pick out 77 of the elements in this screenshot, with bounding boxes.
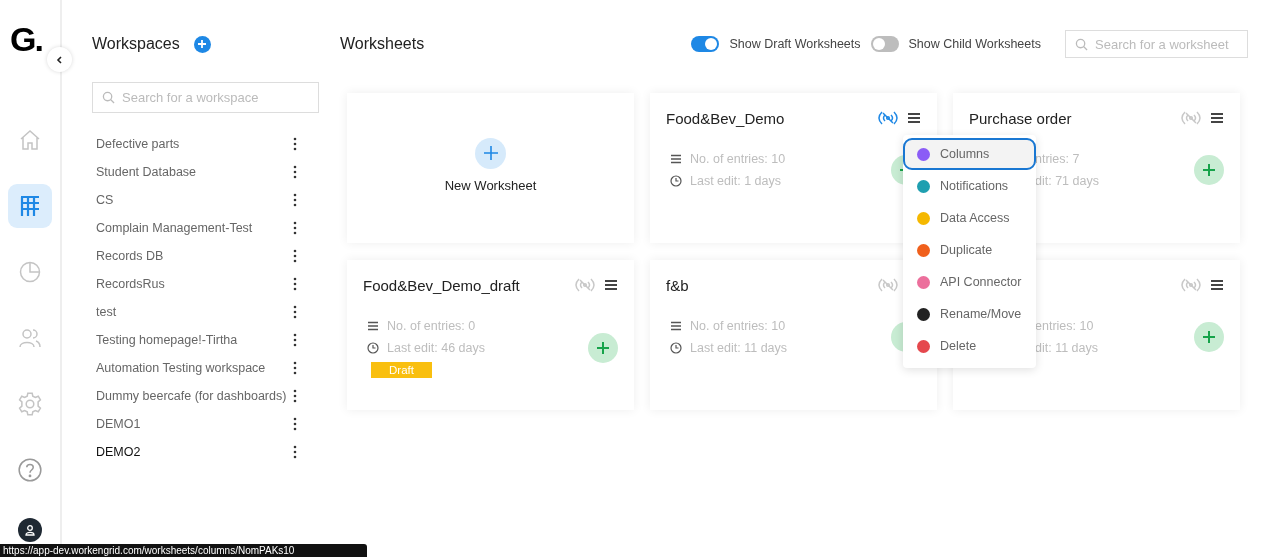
avatar-icon[interactable] (18, 518, 42, 542)
more-icon[interactable] (293, 389, 297, 403)
list-icon (670, 154, 682, 164)
workspace-item[interactable]: Automation Testing workspace (96, 361, 266, 375)
collapse-button[interactable] (47, 47, 72, 72)
worksheet-card[interactable]: Food&Bev_Demo_draft No. of entries: 0 Last edit: 46 days Draft (347, 260, 634, 410)
menu-icon[interactable] (1210, 112, 1224, 124)
add-entry-button[interactable] (1194, 322, 1224, 352)
new-worksheet-card[interactable]: New Worksheet (347, 93, 634, 243)
draft-badge: Draft (371, 362, 432, 378)
workspace-item[interactable]: RecordsRus (96, 277, 165, 291)
plus-icon (596, 341, 610, 355)
plus-icon (1202, 163, 1216, 177)
workspace-item[interactable]: Testing homepage!-Tirtha (96, 333, 238, 347)
chevron-left-icon (55, 55, 64, 64)
menu-icon[interactable] (604, 279, 618, 291)
clock-icon (670, 175, 682, 187)
last-edit: Last edit: 11 days (690, 341, 788, 355)
last-edit: dit: 71 days (1035, 174, 1099, 188)
more-icon[interactable] (293, 445, 297, 459)
clock-icon (670, 342, 682, 354)
workspace-item[interactable]: test (96, 305, 117, 319)
toggle-label: Show Draft Worksheets (729, 37, 861, 51)
add-workspace-button[interactable] (193, 35, 211, 53)
worksheet-card[interactable]: f&b No. of entries: 10 Last edit: 11 days (650, 260, 937, 410)
add-entry-button[interactable] (1194, 155, 1224, 185)
list-icon (367, 321, 379, 331)
worksheet-title: Food&Bev_Demo_draft (363, 276, 520, 294)
entries-count: No. of entries: 10 (690, 152, 786, 166)
new-worksheet-label: New Worksheet (444, 177, 537, 193)
workspace-item[interactable]: Dummy beercafe (for dashboards) (96, 389, 287, 403)
workspace-item[interactable]: CS (96, 193, 114, 207)
broadcast-icon[interactable] (877, 110, 899, 126)
logo: G. (10, 20, 42, 59)
status-url: https://app-dev.workengrid.com/worksheets/columns/NomPAKs10 (0, 544, 367, 557)
entries-count: ntries: 7 (1035, 152, 1080, 166)
more-icon[interactable] (293, 193, 297, 207)
more-icon[interactable] (293, 333, 297, 347)
workspace-item[interactable]: Complain Management-Test (96, 221, 253, 235)
grid-icon[interactable] (8, 184, 52, 228)
add-icon (475, 137, 506, 169)
last-edit: Last edit: 46 days (387, 341, 485, 355)
menu-item[interactable]: Columns (903, 138, 1036, 170)
toggle-switch[interactable] (870, 36, 899, 52)
workspace-search-field[interactable]: Search for a workspace (92, 82, 319, 113)
worksheet-title: f&b (666, 276, 689, 294)
toggle-switch[interactable] (691, 36, 720, 52)
plus-icon (197, 39, 208, 49)
more-icon[interactable] (293, 305, 297, 319)
last-edit: Last edit: 1 days (690, 174, 782, 188)
more-icon[interactable] (293, 249, 297, 263)
more-icon[interactable] (293, 221, 297, 235)
entries-count: entries: 10 (1035, 319, 1094, 333)
toggle-label: Show Child Worksheets (908, 37, 1041, 51)
workspace-item[interactable]: Records DB (96, 249, 164, 263)
add-entry-button[interactable] (588, 333, 618, 363)
entries-count: No. of entries: 10 (690, 319, 786, 333)
clock-icon (367, 342, 379, 354)
menu-icon[interactable] (907, 112, 921, 124)
list-icon (670, 321, 682, 331)
workspace-item[interactable]: DEMO1 (96, 417, 141, 431)
workspace-item[interactable]: Student Database (96, 165, 197, 179)
workspaces-title: Workspaces (92, 35, 180, 53)
more-icon[interactable] (293, 137, 297, 151)
worksheets-title: Worksheets (340, 35, 425, 53)
more-icon[interactable] (293, 277, 297, 291)
more-icon[interactable] (293, 361, 297, 375)
worksheet-title: Food&Bev_Demo (666, 109, 785, 127)
worksheet-search-field[interactable]: Search for a worksheet (1065, 30, 1248, 58)
menu-icon[interactable] (1210, 279, 1224, 291)
last-edit: dit: 11 days (1035, 341, 1098, 355)
more-icon[interactable] (293, 417, 297, 431)
entries-count: No. of entries: 0 (387, 319, 476, 333)
workspace-item[interactable]: DEMO2 (96, 445, 141, 459)
plus-icon (1202, 330, 1216, 344)
more-icon[interactable] (293, 165, 297, 179)
workspace-item[interactable]: Defective parts (96, 137, 180, 151)
